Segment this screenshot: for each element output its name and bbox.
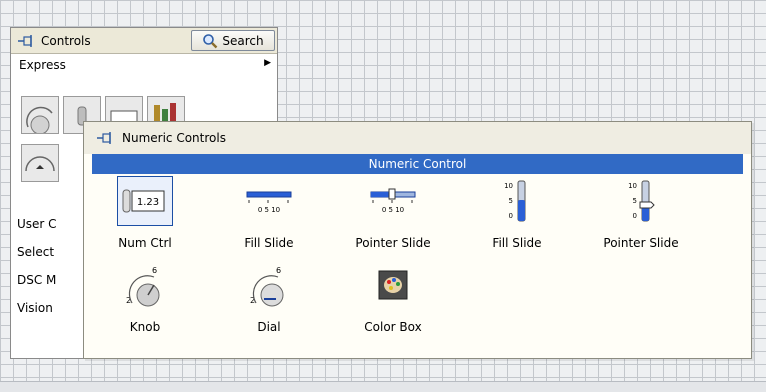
- list-item[interactable]: DSC M: [17, 266, 57, 294]
- tick-label: 5: [509, 197, 513, 205]
- numeric-palette-titlebar: Numeric Controls: [84, 122, 751, 154]
- palette-item-knob[interactable]: 6 2 Knob: [90, 260, 200, 340]
- search-button[interactable]: Search: [191, 30, 275, 51]
- palette-item-label: Pointer Slide: [355, 236, 431, 250]
- palette-item-label: Fill Slide: [492, 236, 542, 250]
- horizontal-pointer-slide-icon: 0 5 10: [365, 176, 421, 226]
- tick-label: 5: [633, 197, 637, 205]
- numeric-items-grid: 1.23 Num Ctrl 0 5 10 Fill Slide 0 5 10 P…: [84, 176, 751, 358]
- palette-item-label: Fill Slide: [244, 236, 294, 250]
- palette-item-label: Dial: [257, 320, 281, 334]
- numeric-indicator-category-icon[interactable]: [21, 144, 59, 182]
- controls-category-list: User C Select DSC M Vision: [17, 210, 57, 322]
- num-ctrl-value-text: 1.23: [137, 197, 159, 208]
- horizontal-fill-slide-icon: 0 5 10: [241, 176, 297, 226]
- list-item[interactable]: Select: [17, 238, 57, 266]
- palette-item-label: Pointer Slide: [603, 236, 679, 250]
- selected-item-name-bar: Numeric Control: [92, 154, 743, 174]
- palette-item-label: Num Ctrl: [118, 236, 172, 250]
- tick-label: 0: [509, 212, 513, 220]
- tick-label: 0: [633, 212, 637, 220]
- palette-item-label: Knob: [129, 320, 161, 334]
- vertical-fill-slide-icon: 10 5 0: [489, 176, 545, 226]
- palette-item-h-pointer-slide[interactable]: 0 5 10 Pointer Slide: [338, 176, 448, 256]
- horizontal-scrollbar[interactable]: [0, 381, 766, 392]
- numeric-category-icon[interactable]: [21, 96, 59, 135]
- palette-item-label: Color Box: [364, 320, 422, 334]
- slide-tick-labels: 0 5 10: [382, 206, 404, 214]
- tick-label: 10: [628, 182, 637, 190]
- dial-icon: 6 2: [241, 260, 297, 310]
- tick-label: 10: [504, 182, 513, 190]
- palette-item-color-box[interactable]: Color Box: [338, 260, 448, 340]
- pin-icon[interactable]: [17, 34, 35, 48]
- search-button-label: Search: [222, 33, 264, 48]
- vertical-pointer-slide-icon: 10 5 0: [613, 176, 669, 226]
- express-category[interactable]: Express ▶: [11, 54, 277, 76]
- list-item[interactable]: Vision: [17, 294, 57, 322]
- palette-item-num-ctrl[interactable]: 1.23 Num Ctrl: [90, 176, 200, 256]
- pin-icon[interactable]: [96, 131, 114, 145]
- numeric-control-icon: 1.23: [117, 176, 173, 226]
- palette-item-h-fill-slide[interactable]: 0 5 10 Fill Slide: [214, 176, 324, 256]
- search-icon: [203, 33, 218, 48]
- color-box-icon: [365, 260, 421, 310]
- controls-palette-titlebar: Controls Search: [11, 28, 277, 54]
- tick-label: 6: [276, 266, 281, 275]
- tick-label: 6: [152, 266, 157, 275]
- slide-tick-labels: 0 5 10: [258, 206, 280, 214]
- knob-icon: 6 2: [117, 260, 173, 310]
- palette-item-dial[interactable]: 6 2 Dial: [214, 260, 324, 340]
- list-item[interactable]: User C: [17, 210, 57, 238]
- palette-item-v-fill-slide[interactable]: 10 5 0 Fill Slide: [462, 176, 572, 256]
- numeric-controls-palette: Numeric Controls Numeric Control 1.23 Nu…: [83, 121, 752, 359]
- controls-palette-title: Controls: [41, 33, 91, 48]
- palette-item-v-pointer-slide[interactable]: 10 5 0 Pointer Slide: [586, 176, 696, 256]
- express-label: Express: [19, 58, 66, 72]
- submenu-arrow-icon: ▶: [264, 58, 271, 68]
- numeric-palette-title: Numeric Controls: [122, 131, 226, 145]
